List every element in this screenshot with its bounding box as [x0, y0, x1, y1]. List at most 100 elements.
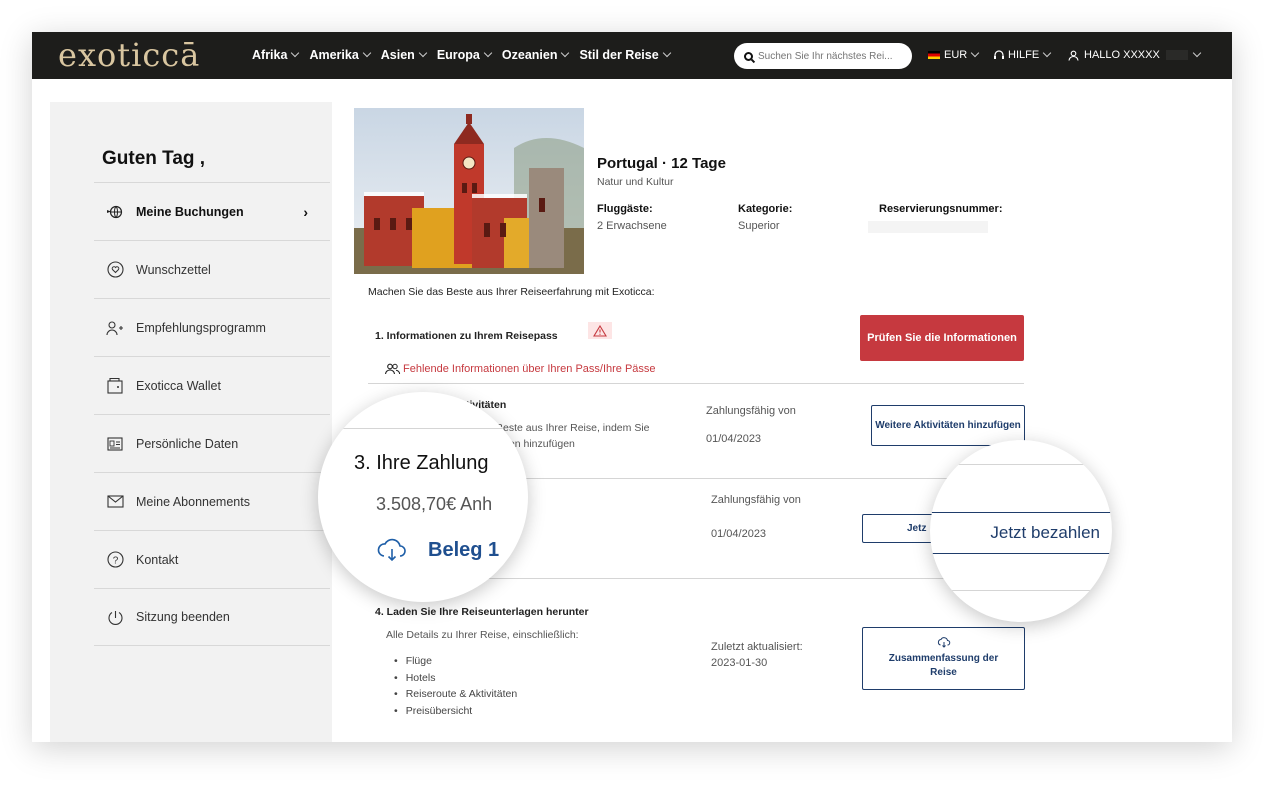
reservation-label: Reservierungsnummer: [879, 203, 1003, 215]
guests-value: 2 Erwachsene [597, 220, 667, 232]
sidebar-item-exoticca-wallet[interactable]: Exoticca Wallet [94, 356, 330, 414]
receipt-label: Beleg 1 [428, 538, 500, 561]
trip-title: Portugal · 12 Tage [597, 155, 726, 172]
documents-desc: Alle Details zu Ihrer Reise, einschließl… [386, 629, 579, 641]
wallet-icon [106, 377, 124, 395]
nav-label: Europa [436, 48, 480, 62]
chevron-down-icon [483, 48, 493, 58]
chevron-down-icon [362, 48, 372, 58]
top-navigation-bar: exoticcā Afrika Amerika Asien Europa Oze… [32, 32, 1232, 79]
id-card-icon [106, 435, 124, 453]
headset-icon [994, 49, 1004, 59]
nav-label: Ozeanien [501, 48, 558, 62]
missing-passport-info[interactable]: Fehlende Informationen über Ihren Pass/I… [384, 363, 656, 375]
nav-label: Amerika [309, 48, 359, 62]
category-label: Kategorie: [738, 203, 793, 215]
sidebar-item-wunschzettel[interactable]: Wunschzettel [94, 240, 330, 298]
pay-now-button-magnified[interactable]: Jetzt bezahlen [930, 512, 1112, 554]
last-updated-label: Zuletzt aktualisiert: [711, 641, 803, 653]
nav-ozeanien[interactable]: Ozeanien [501, 48, 570, 62]
germany-flag-icon [928, 51, 940, 59]
chevron-down-icon [418, 48, 428, 58]
sidebar-item-label: Wunschzettel [136, 262, 211, 277]
magnifier-pay-now: Jetzt bezahlen [930, 440, 1112, 622]
chevron-down-icon [1042, 48, 1052, 58]
cloud-download-icon [937, 637, 950, 648]
user-greeting: HALLO XXXXX [1084, 49, 1160, 61]
add-activities-button[interactable]: Weitere Aktivitäten hinzufügen [871, 405, 1025, 446]
svg-text:?: ? [112, 556, 118, 567]
help-label: HILFE [1008, 49, 1040, 61]
nav-label: Afrika [252, 48, 288, 62]
sidebar-item-empfehlungsprogramm[interactable]: Empfehlungsprogramm [94, 298, 330, 356]
sidebar-item-kontakt[interactable]: ? Kontakt [94, 530, 330, 588]
sidebar-item-label: Empfehlungsprogramm [136, 320, 266, 335]
sidebar-item-label: Exoticca Wallet [136, 378, 221, 393]
button-label: Zusammenfassung der Reise [888, 653, 999, 678]
chevron-down-icon [291, 48, 300, 58]
divider [930, 590, 1112, 591]
nav-europa[interactable]: Europa [436, 48, 493, 62]
currency-label: EUR [944, 49, 968, 61]
help-menu[interactable]: HILFE [993, 48, 1052, 61]
nav-label: Stil der Reise [579, 48, 659, 62]
chevron-down-icon [662, 48, 671, 58]
passport-section-title: 1. Informationen zu Ihrem Reisepass [375, 330, 558, 342]
sidebar-item-persoenliche-daten[interactable]: Persönliche Daten [94, 414, 330, 472]
globe-plane-icon [106, 203, 124, 221]
payment-section-title: 3. Ihre Zahlung [354, 452, 489, 474]
nav-stil-der-reise[interactable]: Stil der Reise [579, 48, 671, 62]
warning-icon [588, 322, 612, 339]
receipt-download[interactable]: Beleg 1 [376, 538, 499, 562]
sidebar-item-label: Persönliche Daten [136, 436, 239, 451]
trip-photo [354, 108, 584, 274]
payable-from-date: 01/04/2023 [706, 433, 762, 445]
cloud-download-icon [377, 538, 406, 562]
sidebar-item-meine-abonnements[interactable]: Meine Abonnements [94, 472, 330, 530]
greeting-heading: Guten Tag , [102, 148, 206, 169]
user-menu[interactable]: HALLO XXXXX [1068, 48, 1202, 61]
sidebar-item-label: Sitzung beenden [136, 610, 230, 624]
nav-amerika[interactable]: Amerika [309, 48, 372, 62]
payment-amount: 3.508,70€ Anh [376, 494, 493, 514]
list-item: Preisübersicht [394, 703, 517, 720]
list-item: Flüge [394, 653, 517, 670]
power-icon [106, 608, 124, 626]
divider [318, 428, 528, 429]
divider [368, 383, 1024, 384]
nav-label: Asien [380, 48, 415, 62]
check-information-button[interactable]: Prüfen Sie die Informationen [860, 315, 1024, 361]
chevron-right-icon: › [303, 203, 308, 220]
reservation-number-redacted [868, 221, 988, 233]
users-icon [384, 363, 401, 375]
sidebar-item-sitzung-beenden[interactable]: Sitzung beenden [94, 588, 330, 646]
currency-selector[interactable]: EUR [928, 48, 980, 61]
documents-bullet-list: Flüge Hotels Reiseroute & Aktivitäten Pr… [394, 653, 517, 719]
payable-from-date: 01/04/2023 [711, 528, 767, 540]
sidebar-item-meine-buchungen[interactable]: Meine Buchungen › [94, 182, 330, 240]
mail-icon [106, 493, 124, 511]
list-item: Hotels [394, 670, 517, 687]
exoticca-logo[interactable]: exoticcā [58, 36, 200, 74]
nav-afrika[interactable]: Afrika [252, 48, 300, 62]
chevron-down-icon [970, 48, 980, 58]
search-box[interactable] [734, 43, 912, 69]
payable-from-label: Zahlungsfähig von [706, 405, 796, 417]
search-input[interactable] [758, 50, 903, 62]
sidebar-item-label: Kontakt [136, 552, 179, 567]
username-redaction [1165, 50, 1188, 60]
magnifier-payment: 3. Ihre Zahlung 3.508,70€ Anh Beleg 1 [318, 392, 528, 602]
category-value: Superior [738, 220, 780, 232]
payable-from-label: Zahlungsfähig von [711, 494, 801, 506]
question-icon: ? [106, 551, 124, 569]
heart-icon [106, 261, 124, 279]
user-icon [1068, 50, 1079, 61]
account-sidebar: Guten Tag , Meine Buchungen › Wunschzett… [50, 102, 332, 742]
trip-summary-download-button[interactable]: Zusammenfassung der Reise [862, 627, 1025, 690]
nav-asien[interactable]: Asien [380, 48, 428, 62]
guests-label: Fluggäste: [597, 203, 653, 215]
list-item: Reiseroute & Aktivitäten [394, 686, 517, 703]
search-icon [744, 51, 753, 61]
intro-text: Machen Sie das Beste aus Ihrer Reiseerfa… [368, 286, 655, 298]
sidebar-item-label: Meine Abonnements [136, 494, 250, 509]
